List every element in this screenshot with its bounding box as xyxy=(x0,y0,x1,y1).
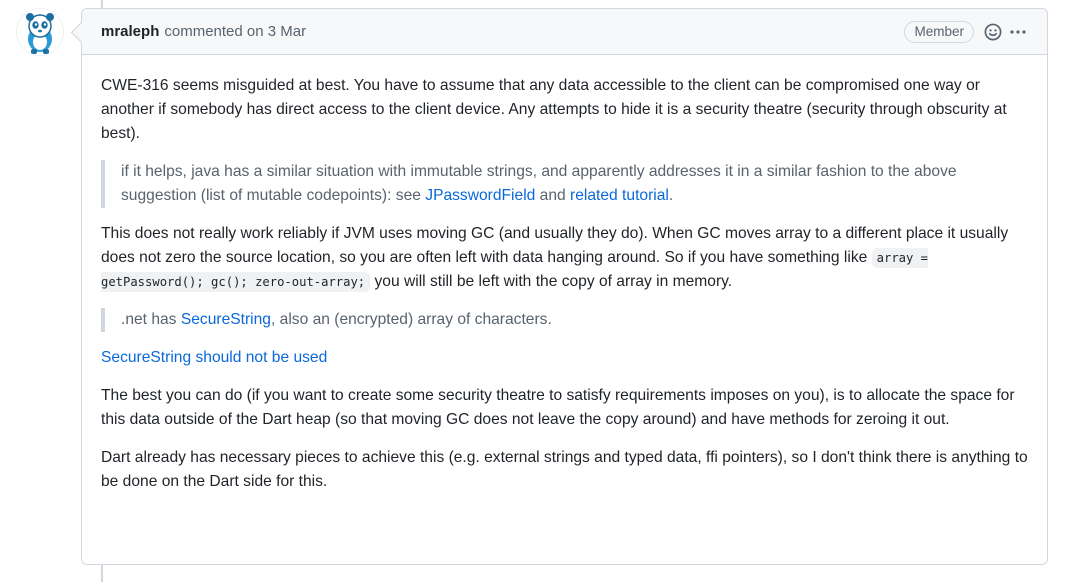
quote2-tail: , also an (encrypted) array of character… xyxy=(270,311,552,328)
comment-meta: commented on 3 Mar xyxy=(164,23,306,40)
comment-date[interactable]: 3 Mar xyxy=(268,23,306,40)
comment-body: CWE-316 seems misguided at best. You hav… xyxy=(82,55,1047,494)
header-actions: Member xyxy=(904,20,1028,43)
link-securestring[interactable]: SecureString xyxy=(181,311,271,328)
kebab-horizontal-icon[interactable] xyxy=(1008,23,1028,41)
quote1-period: . xyxy=(668,187,674,204)
paragraph-3: The best you can do (if you want to crea… xyxy=(101,387,1015,428)
comment-action: commented on xyxy=(164,23,264,40)
smiley-icon[interactable] xyxy=(984,23,1002,41)
paragraph-2-tail: you will still be left with the copy of … xyxy=(374,273,733,290)
paragraph-2: This does not really work reliably if JV… xyxy=(101,222,1028,294)
avatar[interactable] xyxy=(16,8,64,56)
comment-author-link[interactable]: mraleph xyxy=(101,23,159,40)
quote2-text: .net has xyxy=(121,311,177,328)
link-related-tutorial[interactable]: related tutorial xyxy=(570,187,669,204)
link-jpasswordfield[interactable]: JPasswordField xyxy=(425,187,535,204)
blockquote-dotnet: .net has SecureString, also an (encrypte… xyxy=(101,308,1028,332)
panda-avatar-icon xyxy=(26,13,54,54)
comment-header: mraleph commented on 3 Mar Member xyxy=(82,9,1047,55)
link-securestring-not-used[interactable]: SecureString should not be used xyxy=(101,349,327,366)
member-badge: Member xyxy=(904,20,974,43)
link-paragraph: SecureString should not be used xyxy=(101,346,1028,370)
paragraph-1: CWE-316 seems misguided at best. You hav… xyxy=(101,77,1007,142)
comment-box: mraleph commented on 3 Mar Member CWE-31… xyxy=(81,8,1048,565)
blockquote-java: if it helps, java has a similar situatio… xyxy=(101,160,1028,208)
paragraph-4: Dart already has necessary pieces to ach… xyxy=(101,449,1028,490)
quote1-and: and xyxy=(539,187,566,204)
